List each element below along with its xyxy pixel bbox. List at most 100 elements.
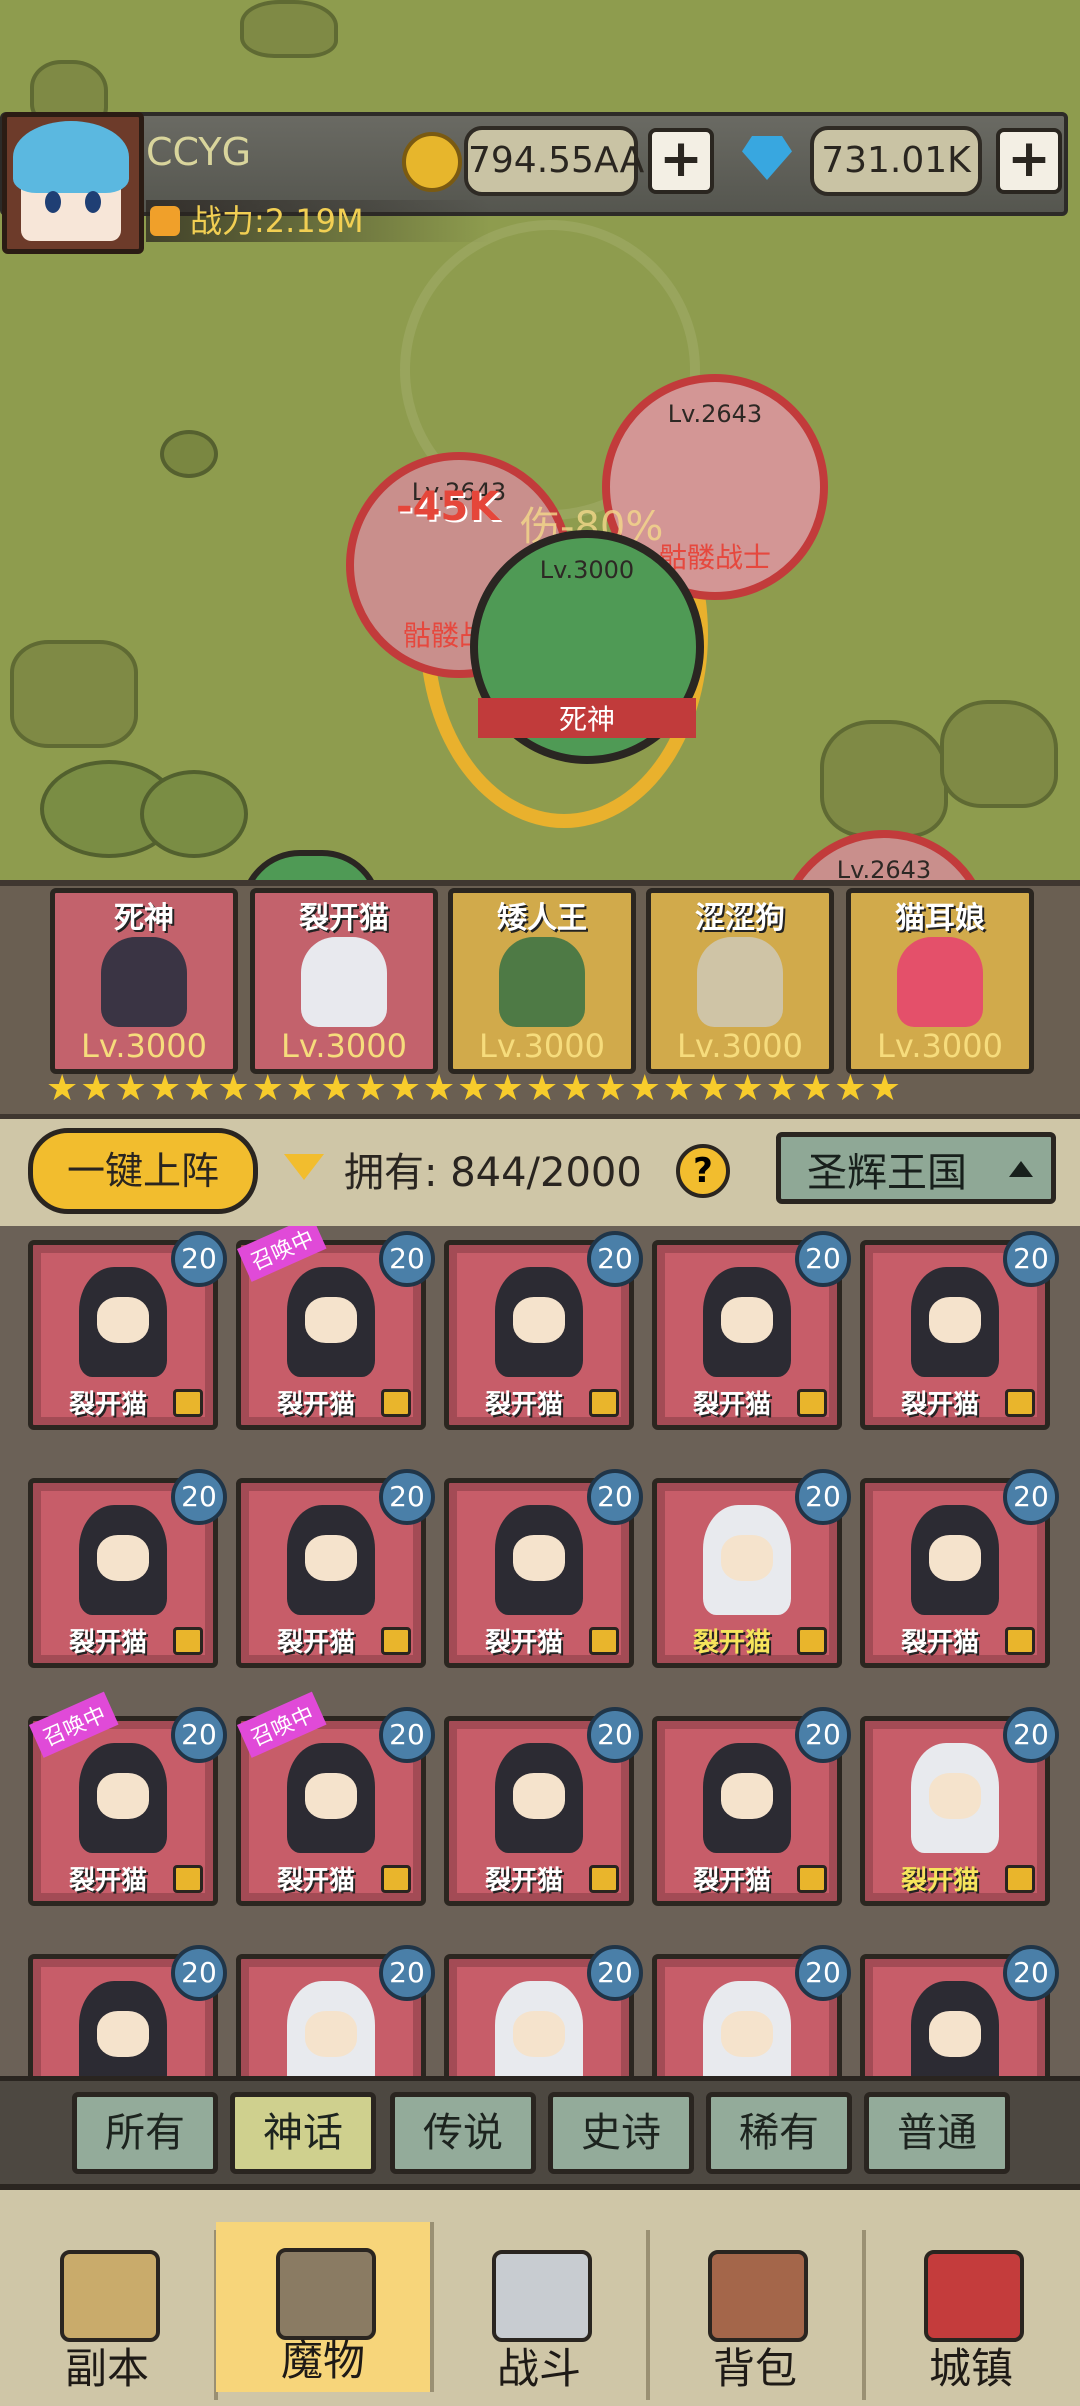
filter-rare[interactable]: 稀有	[706, 2092, 852, 2174]
roster-card-name: 死神	[114, 901, 174, 936]
gem-amount: 731.01K	[810, 126, 982, 196]
lock-icon[interactable]	[797, 1865, 827, 1893]
monster-tile[interactable]: 裂开猫 20	[652, 1231, 851, 1430]
monster-tile[interactable]: 裂开猫 20	[444, 1231, 643, 1430]
gold-coin-icon	[402, 132, 462, 192]
roster-card-name: 矮人王	[497, 901, 587, 936]
dwarf-king-portrait	[499, 937, 585, 1027]
level-badge: 20	[1003, 1231, 1059, 1287]
lock-icon[interactable]	[173, 1627, 203, 1655]
add-gold-button[interactable]: +	[648, 128, 714, 194]
lock-icon[interactable]	[173, 1865, 203, 1893]
monster-tile[interactable]: 裂开猫 20 召唤中	[236, 1226, 435, 1430]
lock-icon[interactable]	[173, 1389, 203, 1417]
monster-tile[interactable]: 裂开猫 20	[28, 1231, 227, 1430]
kingdom-select[interactable]: 圣辉王国	[776, 1132, 1056, 1204]
avatar-hair	[13, 121, 129, 193]
kingdom-select-label: 圣辉王国	[807, 1150, 967, 1196]
monster-tile[interactable]: 裂开猫 20 召唤中	[236, 1691, 435, 1906]
lock-icon[interactable]	[381, 1865, 411, 1893]
nav-monsters[interactable]: 魔物	[216, 2222, 434, 2392]
filter-mythic[interactable]: 神话	[230, 2092, 376, 2174]
sprite-face	[97, 1297, 149, 1343]
roster-card[interactable]: 裂开猫 Lv.3000	[250, 888, 438, 1074]
nav-bag[interactable]: 背包	[648, 2230, 866, 2400]
monster-name: 裂开猫	[276, 1628, 355, 1658]
nav-label: 战斗	[496, 2344, 581, 2393]
monster-tile[interactable]: 20	[860, 1945, 1059, 2076]
monster-tile[interactable]: 裂开猫 20	[28, 1469, 227, 1668]
monster-tile[interactable]: 20	[236, 1945, 435, 2076]
avatar-eye	[85, 191, 101, 213]
player-name: CCYG	[146, 130, 252, 174]
player-avatar[interactable]	[2, 112, 144, 254]
lock-icon[interactable]	[1005, 1627, 1035, 1655]
auto-deploy-button[interactable]: 一键上阵	[28, 1128, 258, 1214]
roster-card[interactable]: 矮人王 Lv.3000	[448, 888, 636, 1074]
cat-girl-portrait	[301, 937, 387, 1027]
level-badge: 20	[379, 1469, 435, 1525]
nav-battle[interactable]: 战斗	[432, 2230, 650, 2400]
monster-tile[interactable]: 裂开猫 20	[860, 1231, 1059, 1430]
monster-name: 裂开猫	[68, 1390, 147, 1420]
backpack-icon	[708, 2250, 808, 2342]
monster-tile[interactable]: 裂开猫 20	[236, 1469, 435, 1668]
monster-tile[interactable]: 裂开猫 20	[860, 1469, 1059, 1668]
nav-dungeon[interactable]: 副本	[0, 2230, 218, 2400]
help-button[interactable]: ?	[676, 1144, 730, 1198]
level-badge: 20	[795, 1469, 851, 1525]
sprite-face	[97, 1535, 149, 1581]
nav-town[interactable]: 城镇	[864, 2230, 1078, 2400]
monster-tile[interactable]: 20	[28, 1945, 227, 2076]
filter-common[interactable]: 普通	[864, 2092, 1010, 2174]
filter-epic[interactable]: 史诗	[548, 2092, 694, 2174]
crossed-swords-icon	[492, 2250, 592, 2342]
filter-legendary[interactable]: 传说	[390, 2092, 536, 2174]
monster-tile[interactable]: 裂开猫 20	[444, 1707, 643, 1906]
monster-name: 裂开猫	[900, 1390, 979, 1420]
monster-name: 裂开猫	[900, 1866, 979, 1896]
monster-tile[interactable]: 20	[652, 1945, 851, 2076]
lock-icon[interactable]	[1005, 1389, 1035, 1417]
cat-ear-girl-portrait	[897, 937, 983, 1027]
monster-tile[interactable]: 裂开猫 20	[860, 1707, 1059, 1906]
lock-icon[interactable]	[797, 1389, 827, 1417]
filter-all[interactable]: 所有	[72, 2092, 218, 2174]
roster-card-name: 涩涩狗	[695, 901, 785, 936]
damage-number: -45K	[396, 484, 500, 530]
lock-icon[interactable]	[797, 1627, 827, 1655]
wolf-portrait	[697, 937, 783, 1027]
sprite-face	[721, 1773, 773, 1819]
unit-name: 死神	[478, 698, 696, 738]
map-stone	[10, 640, 138, 748]
sprite-face	[721, 2011, 773, 2057]
roster-card[interactable]: 涩涩狗 Lv.3000	[646, 888, 834, 1074]
sprite-face	[305, 1297, 357, 1343]
roster-card[interactable]: 死神 Lv.3000	[50, 888, 238, 1074]
lock-icon[interactable]	[1005, 1865, 1035, 1893]
monster-name: 裂开猫	[68, 1628, 147, 1658]
shop-icon	[924, 2250, 1024, 2342]
monster-tile[interactable]: 20	[444, 1945, 643, 2076]
roster-card[interactable]: 猫耳娘 Lv.3000	[846, 888, 1034, 1074]
lock-icon[interactable]	[381, 1389, 411, 1417]
owned-count: 拥有: 844/2000	[344, 1150, 642, 1196]
monster-tile[interactable]: 裂开猫 20 召唤中	[28, 1691, 227, 1906]
monster-tile[interactable]: 裂开猫 20	[652, 1707, 851, 1906]
sprite-face	[97, 2011, 149, 2057]
add-gems-button[interactable]: +	[996, 128, 1062, 194]
monster-tile[interactable]: 裂开猫 20	[444, 1469, 643, 1668]
map-rock	[240, 0, 338, 58]
roster-card-level: Lv.3000	[877, 1027, 1003, 1065]
lock-icon[interactable]	[381, 1627, 411, 1655]
lock-icon[interactable]	[589, 1389, 619, 1417]
sprite-face	[721, 1535, 773, 1581]
monster-name: 裂开猫	[692, 1628, 771, 1658]
lock-icon[interactable]	[589, 1865, 619, 1893]
reaper-unit[interactable]: Lv.3000 死神	[470, 530, 704, 764]
monster-grid: 裂开猫 20 裂开猫 20 召唤中 裂开猫 20 裂开猫 20 裂开猫 20 裂开猫 20 裂开猫 20 裂开…	[0, 1226, 1080, 2076]
chevron-up-icon	[1009, 1161, 1033, 1177]
lock-icon[interactable]	[589, 1627, 619, 1655]
sprite-face	[513, 1297, 565, 1343]
monster-tile[interactable]: 裂开猫 20	[652, 1469, 851, 1668]
